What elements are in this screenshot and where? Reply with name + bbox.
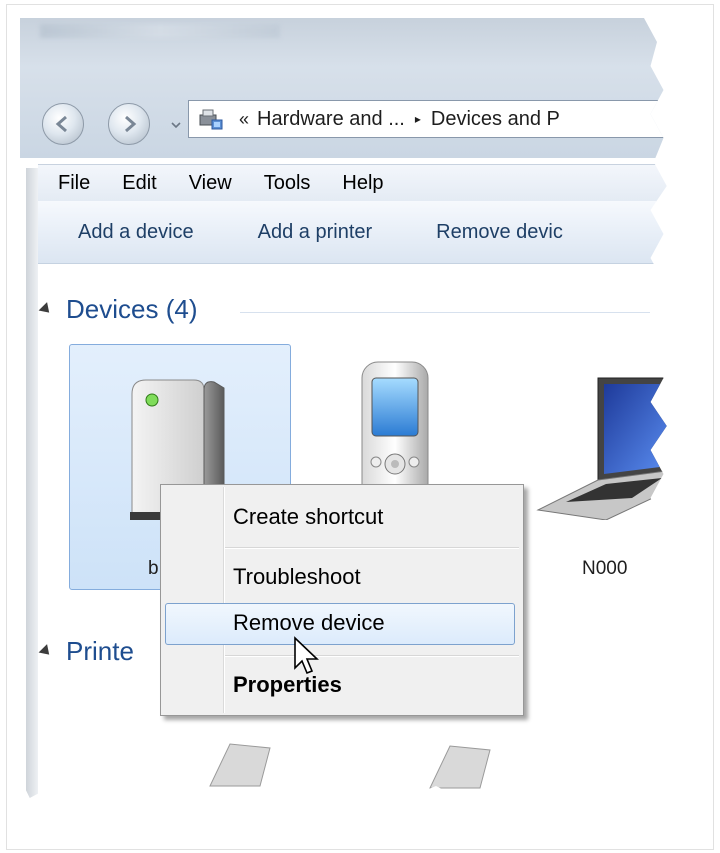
device-label-laptop: N000 bbox=[582, 558, 628, 579]
address-bar[interactable]: « Hardware and ... ▸ Devices and P bbox=[188, 100, 667, 138]
context-menu-gutter bbox=[223, 487, 225, 713]
collapse-triangle-icon[interactable] bbox=[38, 302, 54, 317]
recent-pages-chevron-down-icon[interactable] bbox=[171, 120, 181, 130]
remove-device-button[interactable]: Remove devic bbox=[436, 221, 563, 244]
blurred-title bbox=[40, 24, 280, 38]
device-label-selected: b bbox=[148, 558, 159, 579]
address-history-glyph[interactable]: « bbox=[239, 109, 249, 130]
devices-and-printers-icon bbox=[199, 109, 223, 130]
group-divider bbox=[240, 312, 650, 313]
devices-and-printers-window: « Hardware and ... ▸ Devices and P File … bbox=[20, 18, 667, 806]
printer-icon[interactable] bbox=[200, 738, 280, 788]
menu-item-troubleshoot[interactable]: Troubleshoot bbox=[233, 557, 361, 597]
forward-button[interactable] bbox=[108, 103, 150, 145]
add-device-button[interactable]: Add a device bbox=[78, 221, 194, 244]
menu-tools[interactable]: Tools bbox=[264, 172, 311, 195]
collapse-triangle-icon-printers[interactable] bbox=[38, 644, 54, 659]
context-menu: Create shortcut Troubleshoot Remove devi… bbox=[160, 484, 524, 716]
add-printer-button[interactable]: Add a printer bbox=[258, 221, 373, 244]
menu-edit[interactable]: Edit bbox=[122, 172, 156, 195]
menu-item-create-shortcut[interactable]: Create shortcut bbox=[233, 497, 383, 537]
forward-arrow-icon bbox=[125, 115, 137, 133]
back-button[interactable] bbox=[42, 103, 84, 145]
breadcrumb-chevron-right-icon[interactable]: ▸ bbox=[415, 112, 421, 126]
breadcrumb-devices-and-printers[interactable]: Devices and P bbox=[431, 108, 560, 131]
breadcrumb-hardware-and-sound[interactable]: Hardware and ... bbox=[257, 108, 405, 131]
left-scrollbar[interactable] bbox=[26, 168, 38, 806]
devices-group-title: Devices (4) bbox=[66, 294, 198, 324]
printers-group-title: Printe bbox=[66, 636, 134, 666]
menu-item-properties[interactable]: Properties bbox=[233, 665, 342, 705]
menu-help[interactable]: Help bbox=[342, 172, 383, 195]
printer-icon-2[interactable] bbox=[420, 740, 500, 790]
command-bar: Add a device Add a printer Remove devic bbox=[38, 201, 667, 264]
menu-view[interactable]: View bbox=[189, 172, 232, 195]
menu-separator bbox=[225, 547, 519, 549]
menu-file[interactable]: File bbox=[58, 172, 90, 195]
printers-group-header[interactable]: Printe bbox=[38, 636, 134, 667]
devices-group-header[interactable]: Devices (4) bbox=[38, 294, 198, 325]
mouse-pointer-icon bbox=[294, 636, 319, 675]
menu-separator-2 bbox=[225, 655, 519, 657]
back-arrow-icon bbox=[55, 115, 67, 133]
menu-bar: File Edit View Tools Help bbox=[38, 164, 667, 202]
